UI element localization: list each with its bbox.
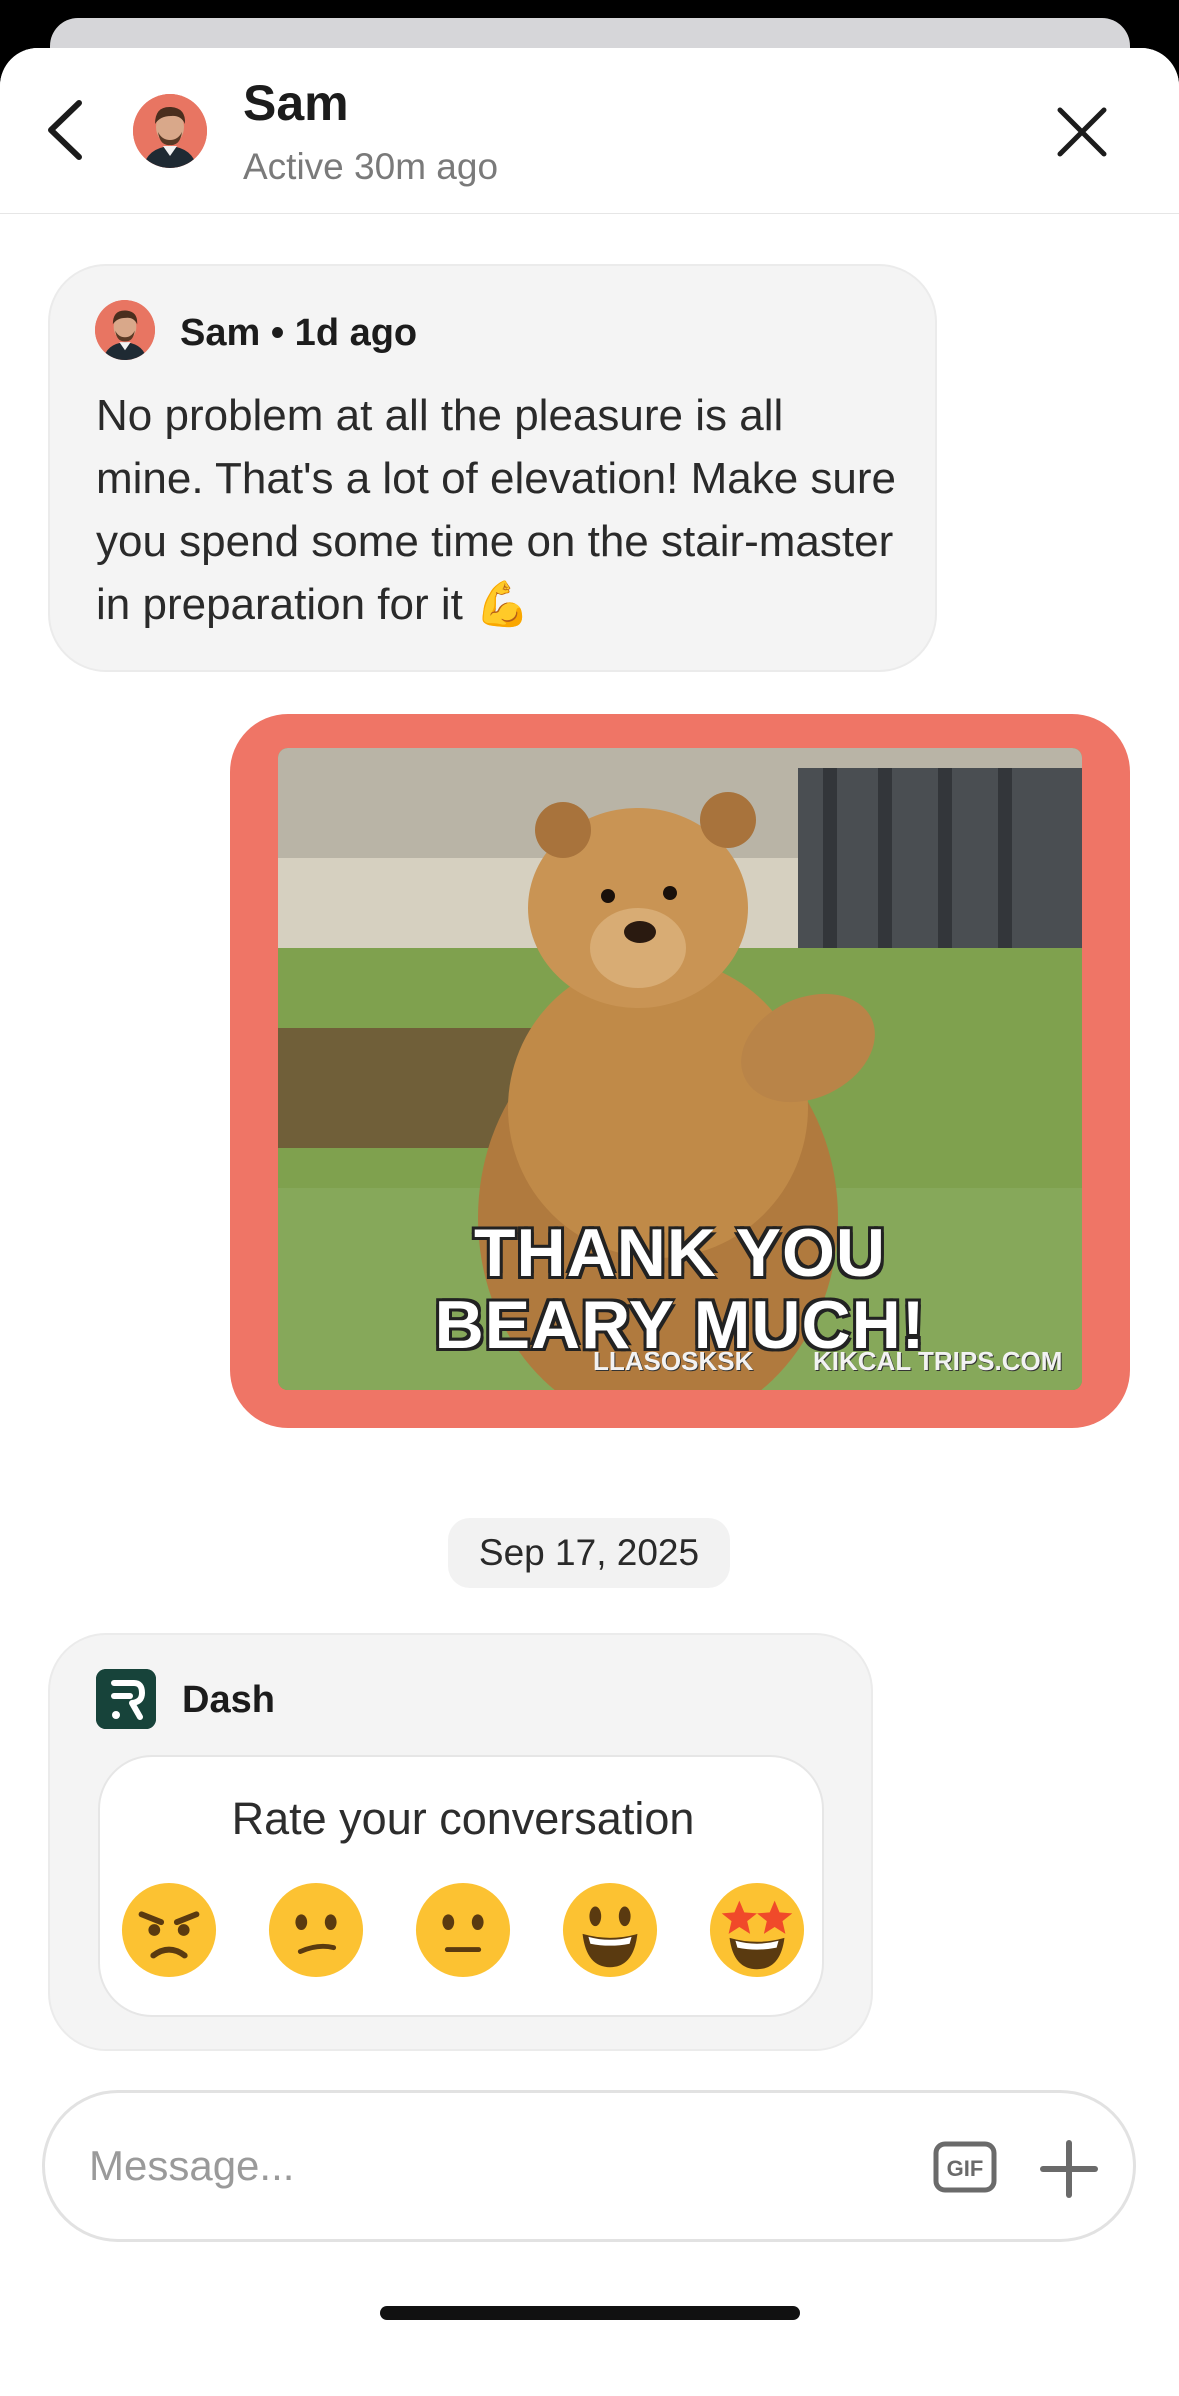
dash-logo-icon bbox=[96, 1669, 156, 1729]
message-composer: GIF bbox=[42, 2090, 1136, 2242]
confused-face-icon[interactable] bbox=[267, 1881, 365, 1979]
sender-avatar bbox=[95, 300, 155, 360]
add-attachment-button[interactable] bbox=[1037, 2137, 1101, 2201]
rating-options bbox=[120, 1881, 810, 1981]
angry-face-icon[interactable] bbox=[120, 1881, 218, 1979]
message-input[interactable] bbox=[89, 2133, 909, 2199]
dash-rating-message: Dash Rate your conversation bbox=[48, 1633, 873, 2051]
message-text: No problem at all the pleasure is all mi… bbox=[96, 391, 896, 629]
gif-caption-line-1: THANK YOU bbox=[474, 1215, 886, 1291]
close-icon bbox=[1057, 107, 1107, 157]
gif-image[interactable]: THANK YOU BEARY MUCH! LLASOSKSK KIKCAL T… bbox=[278, 748, 1082, 1390]
star-struck-face-icon[interactable] bbox=[708, 1881, 806, 1979]
plus-icon bbox=[1040, 2140, 1098, 2198]
gif-icon: GIF bbox=[933, 2141, 997, 2193]
close-button[interactable] bbox=[1050, 100, 1114, 164]
chevron-left-icon bbox=[48, 100, 82, 160]
gif-label: GIF bbox=[947, 2156, 984, 2181]
rating-card: Rate your conversation bbox=[98, 1755, 824, 2017]
gif-watermark-right: KIKCAL TRIPS.COM bbox=[813, 1346, 1063, 1376]
contact-avatar[interactable] bbox=[133, 94, 207, 168]
message-bubble-incoming[interactable]: Sam • 1d ago No problem at all the pleas… bbox=[48, 264, 937, 672]
chat-sheet: Sam Active 30m ago Sam • 1d ago No probl… bbox=[0, 48, 1179, 2396]
message-meta: Sam • 1d ago bbox=[180, 312, 418, 354]
gif-button[interactable]: GIF bbox=[933, 2141, 997, 2193]
contact-status: Active 30m ago bbox=[243, 146, 499, 187]
neutral-face-icon[interactable] bbox=[414, 1881, 512, 1979]
smiling-face-icon[interactable] bbox=[561, 1881, 659, 1979]
gif-watermark-left: LLASOSKSK bbox=[593, 1346, 754, 1376]
gif-message-outgoing[interactable]: THANK YOU BEARY MUCH! LLASOSKSK KIKCAL T… bbox=[230, 714, 1130, 1428]
date-divider: Sep 17, 2025 bbox=[448, 1518, 730, 1588]
dash-sender-name: Dash bbox=[182, 1679, 275, 1721]
contact-name[interactable]: Sam bbox=[243, 74, 349, 132]
chat-header: Sam Active 30m ago bbox=[0, 48, 1179, 214]
rating-title: Rate your conversation bbox=[231, 1793, 695, 1844]
home-indicator[interactable] bbox=[380, 2306, 800, 2320]
back-button[interactable] bbox=[38, 94, 92, 166]
